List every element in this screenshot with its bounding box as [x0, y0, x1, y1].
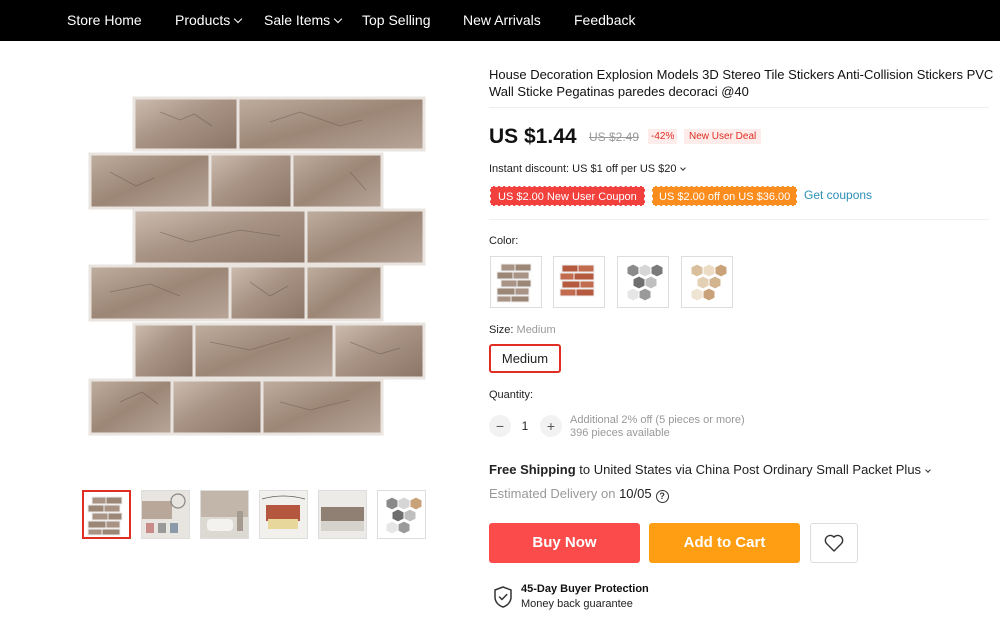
buy-now-button[interactable]: Buy Now	[489, 523, 640, 563]
size-label: Size: Medium	[489, 324, 556, 336]
deal-badge: New User Deal	[684, 129, 762, 144]
additional-discount: Additional 2% off (5 pieces or more)	[570, 414, 745, 426]
color-swatch-beige-hexagon[interactable]	[681, 256, 733, 308]
living-room-thumb	[260, 491, 307, 538]
red-brick-swatch	[559, 264, 595, 297]
add-to-cart-button[interactable]: Add to Cart	[649, 523, 800, 563]
buyer-protection-title: 45-Day Buyer Protection	[521, 583, 649, 595]
stock-available: 396 pieces available	[570, 427, 670, 439]
thumbnail-3[interactable]	[200, 490, 249, 539]
grey-hexagon-swatch	[626, 263, 664, 302]
hexagon-mosaic-thumb	[378, 491, 425, 538]
thumbnail-1[interactable]	[82, 490, 131, 539]
original-price: US $2.49	[589, 130, 640, 144]
chevron-down-icon	[925, 467, 931, 473]
thumbnail-6[interactable]	[377, 490, 426, 539]
chevron-down-icon	[333, 14, 343, 24]
buyer-protection-subtitle: Money back guarantee	[521, 598, 633, 610]
size-option-medium[interactable]: Medium	[489, 344, 561, 373]
discount-badge: -42%	[648, 129, 678, 144]
bathroom-thumb	[201, 491, 248, 538]
wishlist-button[interactable]	[810, 523, 858, 563]
thumbnail-4[interactable]	[259, 490, 308, 539]
estimated-delivery: Estimated Delivery on 10/05?	[489, 486, 669, 503]
nav-new-arrivals[interactable]: New Arrivals	[463, 0, 541, 41]
color-swatch-red-brick[interactable]	[553, 256, 605, 308]
instant-discount[interactable]: Instant discount: US $1 off per US $20	[489, 163, 686, 175]
product-main-image[interactable]	[50, 62, 467, 467]
delivery-date: 10/05	[619, 486, 652, 501]
store-coupon[interactable]: US $2.00 off on US $36.00	[652, 186, 798, 206]
product-price: US $1.44	[489, 125, 577, 148]
quantity-decrease-button[interactable]: −	[489, 415, 511, 437]
kitchen-thumb	[319, 491, 366, 538]
brick-wall-image	[88, 96, 426, 436]
grey-brick-swatch	[496, 263, 532, 303]
nav-feedback[interactable]: Feedback	[574, 0, 635, 41]
nav-store-home[interactable]: Store Home	[67, 0, 142, 41]
product-title: House Decoration Explosion Models 3D Ste…	[489, 67, 994, 99]
brick-tile-thumb	[84, 492, 129, 537]
quantity-label: Quantity:	[489, 389, 534, 401]
nav-sale-items[interactable]: Sale Items	[264, 0, 343, 41]
color-swatch-grey-hexagon[interactable]	[617, 256, 669, 308]
nav-top-selling[interactable]: Top Selling	[362, 0, 431, 41]
nav-products[interactable]: Products	[175, 0, 243, 41]
quantity-increase-button[interactable]: +	[540, 415, 562, 437]
store-nav-bar: Store Home Products Sale Items Top Selli…	[0, 0, 1000, 41]
room-thumb	[142, 491, 189, 538]
shipping-detail: to United States via China Post Ordinary…	[575, 462, 922, 477]
divider	[489, 219, 989, 220]
get-coupons-link[interactable]: Get coupons	[804, 188, 872, 202]
chevron-down-icon	[234, 14, 243, 24]
question-icon[interactable]: ?	[655, 490, 669, 503]
thumbnail-5[interactable]	[318, 490, 367, 539]
thumbnail-2[interactable]	[141, 490, 190, 539]
color-swatch-grey-brick[interactable]	[490, 256, 542, 308]
size-selected-value: Medium	[516, 324, 556, 336]
beige-hexagon-swatch	[690, 263, 728, 302]
free-shipping-label: Free Shipping	[489, 462, 576, 477]
new-user-coupon[interactable]: US $2.00 New User Coupon	[490, 186, 645, 206]
chevron-down-icon	[679, 165, 686, 171]
heart-icon	[824, 534, 844, 552]
quantity-note: Additional 2% off (5 pieces or more) 396…	[570, 414, 745, 440]
divider	[489, 107, 989, 108]
shield-check-icon	[494, 586, 512, 608]
quantity-input[interactable]: 1	[517, 419, 533, 433]
color-label: Color:	[489, 235, 519, 247]
shipping-info[interactable]: Free Shipping to United States via China…	[489, 462, 931, 477]
